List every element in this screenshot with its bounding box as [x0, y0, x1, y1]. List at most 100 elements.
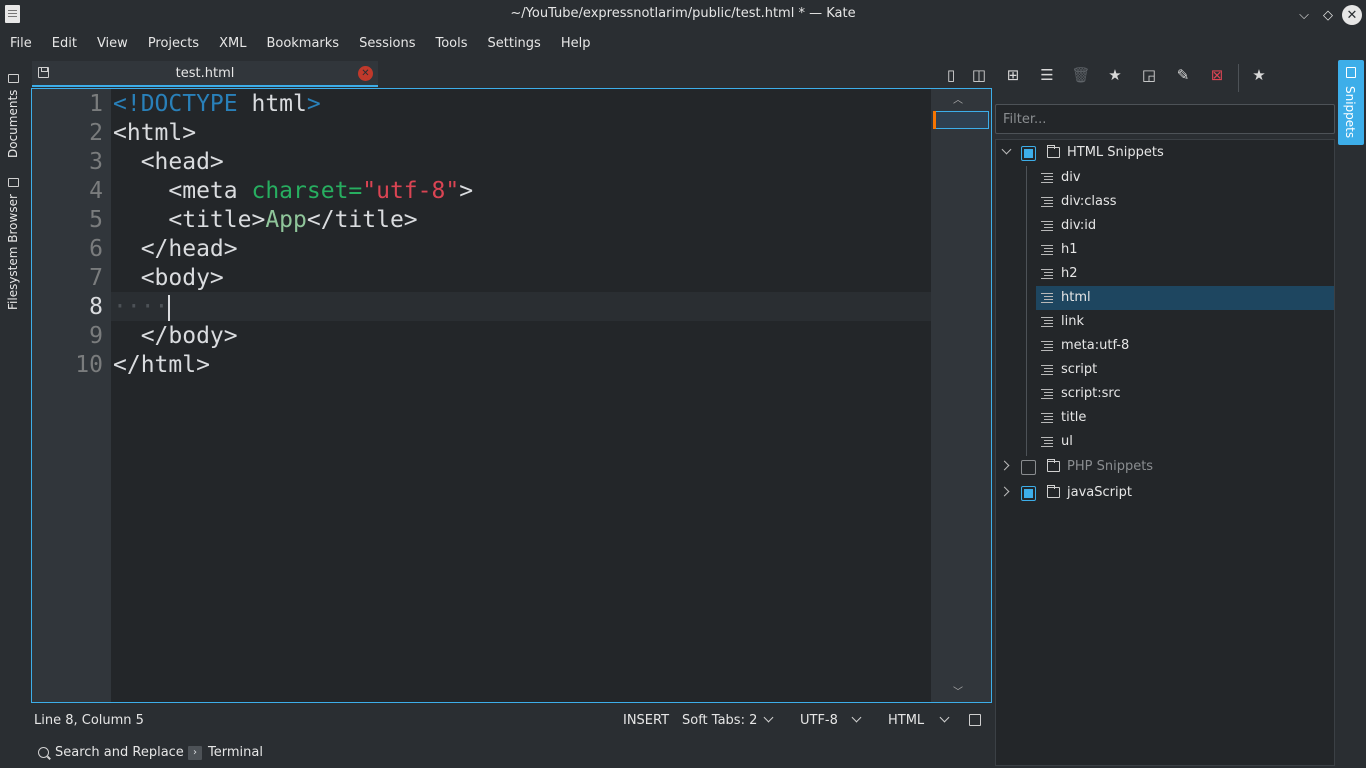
get-hot-new-stuff-icon[interactable]: ★ — [1104, 64, 1126, 86]
window-title: ~/YouTube/expressnotlarim/public/test.ht… — [510, 6, 856, 21]
line-number: 10 — [75, 352, 103, 378]
code-line-10: </html> — [113, 352, 210, 378]
snippet-item[interactable]: link — [996, 310, 1334, 334]
menu-xml[interactable]: XML — [209, 32, 256, 56]
delete-icon[interactable]: 🗑 — [1070, 64, 1092, 86]
snippet-label: title — [1061, 410, 1087, 425]
filesystem-browser-tab[interactable]: Filesystem Browser — [6, 177, 20, 310]
star-icon[interactable]: ★ — [1248, 64, 1270, 86]
split-icon[interactable]: ◫ — [968, 64, 990, 86]
pencil-icon[interactable]: ✎ — [1172, 64, 1194, 86]
snippet-icon — [1041, 173, 1053, 183]
menu-file[interactable]: File — [0, 32, 42, 56]
menu-edit[interactable]: Edit — [42, 32, 87, 56]
documents-tab[interactable]: Documents — [6, 73, 20, 158]
snippets-sidebar-tab[interactable]: Snippets — [1338, 60, 1364, 145]
line-number: 3 — [89, 149, 103, 175]
code-line-5: <title>App</title> — [113, 206, 417, 235]
editor-view[interactable]: 1 2 3 4 5 6 7 8 9 10 <!DOCTYPE html> <ht… — [31, 88, 992, 703]
save-status-icon — [969, 714, 981, 726]
menu-projects[interactable]: Projects — [138, 32, 209, 56]
code-line-1: <!DOCTYPE html> — [113, 90, 321, 119]
chevron-down-icon[interactable] — [763, 712, 774, 723]
snippet-item-selected[interactable]: html — [1036, 286, 1334, 310]
title-bar: ~/YouTube/expressnotlarim/public/test.ht… — [0, 0, 1366, 30]
minimize-icon[interactable]: ⌵ — [1294, 5, 1314, 25]
encoding[interactable]: UTF-8 — [800, 713, 838, 728]
scroll-down-icon[interactable]: ﹀ — [953, 683, 963, 698]
snippet-item[interactable]: div:class — [996, 190, 1334, 214]
close-red-icon[interactable]: ⊠ — [1206, 64, 1228, 86]
menu-sessions[interactable]: Sessions — [349, 32, 425, 56]
snippet-item[interactable]: script:src — [996, 382, 1334, 406]
snippets-toolbar: ▯ ◫ ⊞ ☰ 🗑 ★ ◲ ✎ ⊠ ★ — [940, 64, 1270, 94]
group-checkbox[interactable] — [1021, 486, 1036, 501]
close-tab-icon[interactable]: ✕ — [358, 66, 373, 81]
meta-tag: <meta — [113, 178, 252, 204]
group-label: PHP Snippets — [1067, 459, 1154, 474]
snippet-item[interactable]: meta:utf-8 — [996, 334, 1334, 358]
group-php-snippets[interactable]: PHP Snippets — [996, 455, 1334, 479]
chevron-right-icon[interactable] — [999, 460, 1010, 471]
search-replace-button[interactable]: Search and Replace — [38, 745, 184, 760]
group-javascript[interactable]: javaScript — [996, 481, 1334, 505]
doctype-keyword: <!DOCTYPE — [113, 91, 238, 117]
documents-icon — [7, 73, 19, 83]
maximize-icon[interactable]: ◇ — [1318, 5, 1338, 25]
current-line-highlight — [111, 292, 931, 321]
snippet-item[interactable]: div:id — [996, 214, 1334, 238]
group-html-snippets[interactable]: HTML Snippets — [996, 141, 1334, 165]
snippet-item[interactable]: div — [996, 166, 1334, 190]
new-note-icon[interactable]: ◲ — [1138, 64, 1160, 86]
menu-help[interactable]: Help — [551, 32, 601, 56]
snippet-item[interactable]: h1 — [996, 238, 1334, 262]
snippet-item[interactable]: h2 — [996, 262, 1334, 286]
folder-icon — [1047, 485, 1060, 498]
menu-bookmarks[interactable]: Bookmarks — [256, 32, 349, 56]
snippet-item[interactable]: ul — [996, 430, 1334, 454]
chevron-down-icon[interactable] — [1001, 144, 1012, 155]
minimap-viewport[interactable] — [933, 111, 989, 129]
search-icon — [38, 747, 49, 758]
doctype-name: html — [237, 91, 307, 117]
code-area[interactable]: <!DOCTYPE html> <html> <head> <meta char… — [111, 89, 931, 702]
terminal-button[interactable]: › Terminal — [188, 745, 263, 760]
snippet-icon — [1041, 365, 1053, 375]
minimap-scrollbar[interactable]: ︿ ﹀ — [931, 89, 991, 702]
menu-tools[interactable]: Tools — [425, 32, 477, 56]
new-snippet-icon[interactable]: ▯ — [940, 64, 962, 86]
snippet-item[interactable]: title — [996, 406, 1334, 430]
toolbar-separator — [1238, 64, 1239, 92]
chevron-down-icon[interactable] — [851, 712, 862, 723]
new-repository-icon[interactable]: ⊞ — [1002, 64, 1024, 86]
group-checkbox[interactable] — [1021, 146, 1036, 161]
snippet-filter-input[interactable]: Filter... — [995, 104, 1335, 134]
group-label: javaScript — [1067, 485, 1132, 500]
snippet-label: ul — [1061, 434, 1073, 449]
cursor-position[interactable]: Line 8, Column 5 — [34, 713, 144, 728]
left-sidebar: Documents Filesystem Browser — [0, 60, 30, 320]
input-mode[interactable]: INSERT — [623, 713, 669, 728]
snippet-item[interactable]: script — [996, 358, 1334, 382]
line-number-current: 8 — [89, 294, 103, 320]
snippets-icon — [1346, 67, 1356, 78]
menu-bar: File Edit View Projects XML Bookmarks Se… — [0, 32, 600, 56]
group-checkbox[interactable] — [1021, 460, 1036, 475]
snippet-tree[interactable]: HTML Snippets div div:class div:id h1 h2… — [995, 139, 1335, 766]
edit-snippet-icon[interactable]: ☰ — [1036, 64, 1058, 86]
close-window-icon[interactable]: ✕ — [1342, 5, 1362, 25]
folder-icon — [1047, 145, 1060, 158]
minimap-modified-marker — [933, 111, 936, 129]
tab-test-html[interactable]: test.html ✕ — [32, 61, 378, 87]
syntax-mode[interactable]: HTML — [888, 713, 924, 728]
chevron-right-icon[interactable] — [999, 486, 1010, 497]
snippet-label: h2 — [1061, 266, 1078, 281]
title-open-tag: <title> — [113, 207, 266, 233]
menu-view[interactable]: View — [87, 32, 138, 56]
menu-settings[interactable]: Settings — [478, 32, 551, 56]
chevron-down-icon[interactable] — [939, 712, 950, 723]
snippets-tab-label: Snippets — [1343, 86, 1357, 139]
snippet-icon — [1041, 269, 1053, 279]
indent-settings[interactable]: Soft Tabs: 2 — [682, 713, 757, 728]
line-number: 6 — [89, 236, 103, 262]
